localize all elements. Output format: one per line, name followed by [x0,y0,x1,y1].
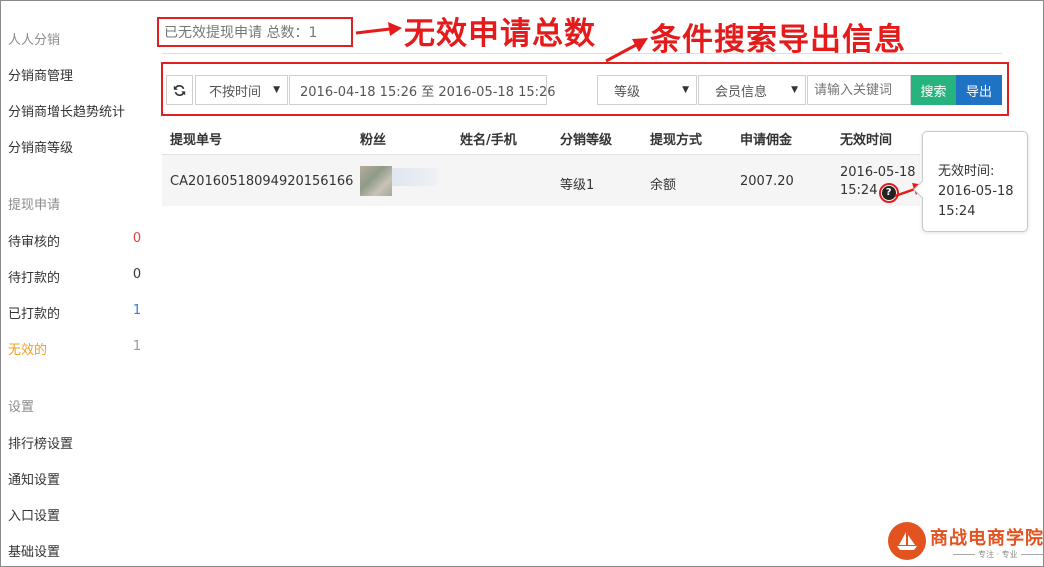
page-title: 已无效提现申请 总数：1 [164,25,318,41]
sidebar-group-distribution: 人人分销 [8,33,61,48]
date-range-input[interactable]: 2016-04-18 15:26 至 2016-05-18 15:26 [289,75,556,105]
keyword-input[interactable] [807,75,911,105]
export-button[interactable]: 导出 [956,75,1002,105]
sidebar-item-growth-trend[interactable]: 分销商增长趋势统计 [8,101,143,120]
refresh-button[interactable] [166,75,193,105]
sidebar-item-distributor-level[interactable]: 分销商等级 [8,137,143,156]
sidebar-group-withdrawal: 提现申请 [8,198,61,213]
cell-level: 等级1 [560,178,595,193]
sidebar-item-basic-settings[interactable]: 基础设置 [8,541,143,560]
caret-down-icon: ▼ [791,85,798,95]
column-header-invalid-time: 无效时间 [840,133,893,148]
brand-logo: 商战电商学院 专注 · 专业 [888,522,1043,562]
summary-highlight-box: 已无效提现申请 总数：1 [157,17,353,47]
sidebar-item-invalid[interactable]: 无效的 1 [8,339,143,358]
annotation-total-label: 无效申请总数 [404,16,596,52]
ship-icon [897,532,917,550]
annotation-arrow-icon [605,38,648,63]
sidebar-item-pending-payment[interactable]: 待打款的 0 [8,267,143,286]
avatar [360,166,392,196]
column-header-fan: 粉丝 [360,133,387,148]
count-badge: 0 [132,231,142,246]
annotation-arrow-icon [355,22,402,36]
member-info-select[interactable]: 会员信息 ▼ [698,75,806,105]
column-header-order-no: 提现单号 [170,133,223,148]
sidebar-item-ranking-settings[interactable]: 排行榜设置 [8,433,143,452]
time-filter-select[interactable]: 不按时间 ▼ [195,75,288,105]
count-badge: 1 [132,303,142,318]
count-badge: 0 [132,267,142,282]
cell-amount: 2007.20 [740,174,794,189]
annotation-export-label: 条件搜索导出信息 [650,22,906,58]
logo-title: 商战电商学院 [930,528,1044,549]
column-header-method: 提现方式 [650,133,703,148]
sidebar-group-settings: 设置 [8,400,35,415]
count-badge: 1 [132,339,142,354]
invalid-time-tooltip: 无效时间: 2016-05-18 15:24 [922,131,1028,232]
column-header-level: 分销等级 [560,133,613,148]
level-select[interactable]: 等级 ▼ [597,75,697,105]
sidebar-item-distributor-management[interactable]: 分销商管理 [8,65,143,84]
cell-order-no: CA20160518094920156166 [170,174,354,189]
logo-emblem-icon [888,522,926,560]
sidebar-item-entry-settings[interactable]: 入口设置 [8,505,143,524]
fan-nickname-blurred [392,168,438,186]
sidebar-item-paid[interactable]: 已打款的 1 [8,303,143,322]
caret-down-icon: ▼ [273,85,280,95]
refresh-icon [173,84,186,96]
search-button[interactable]: 搜索 [911,75,956,105]
logo-subtitle: 专注 · 专业 [950,549,1044,560]
caret-down-icon: ▼ [682,85,689,95]
column-header-amount: 申请佣金 [740,133,793,148]
sidebar-item-pending-review[interactable]: 待审核的 0 [8,231,143,250]
column-header-name-phone: 姓名/手机 [460,133,517,148]
cell-method: 余额 [650,178,677,193]
sidebar-item-notification-settings[interactable]: 通知设置 [8,469,143,488]
